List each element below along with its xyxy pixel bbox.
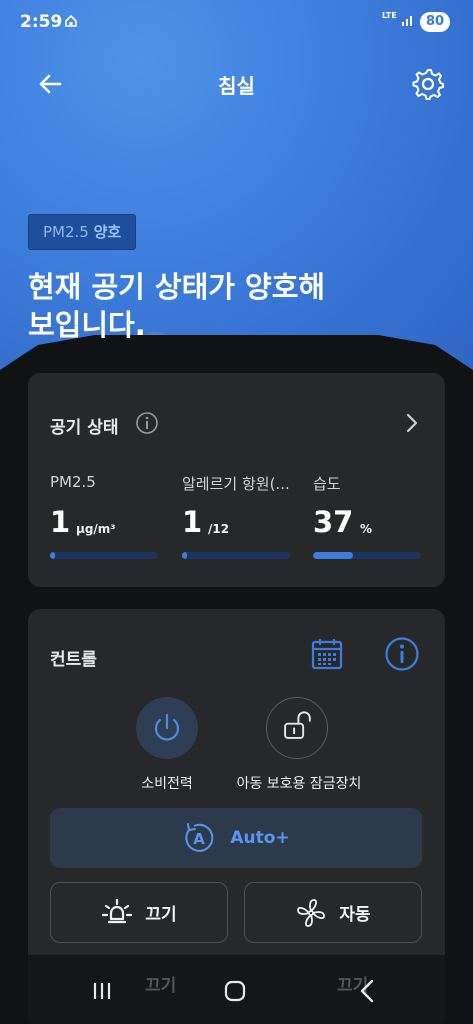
metric-level-bar [182,552,290,559]
signal-icon [402,16,412,26]
info-icon[interactable] [384,636,420,672]
info-icon[interactable] [135,411,159,435]
auto-mode-icon: A [185,823,214,852]
headline-line1: 현재 공기 상태가 양호해 [28,270,326,304]
pm-status-badge: PM2.5 양호 [28,214,137,250]
system-navigation-bar: 끄기 끄기 [0,955,473,1024]
control-title: 컨트롤 [50,650,97,670]
fan-mode-button[interactable]: 자동 [244,882,422,943]
svg-text:A: A [194,830,206,848]
metric-level-bar [313,552,421,559]
light-mode-label: 끄기 [145,905,177,925]
back-nav-icon[interactable] [354,977,382,1005]
metric-value: 1 [182,505,203,539]
page-title: 침실 [218,74,255,98]
metric-level-bar [50,552,158,559]
metric-level-fill [313,552,353,559]
status-bar: 2:59 LTE 80 [0,0,473,44]
child-lock-label: 아동 보호용 잠금장치 [236,776,362,792]
pm-badge-status: 양호 [93,223,122,241]
unlock-icon [284,711,311,739]
power-icon [154,713,180,741]
gear-icon[interactable] [410,66,446,102]
metric-value: 37 [313,505,354,539]
light-mode-button[interactable]: 끄기 [50,882,228,943]
power-label: 소비전력 [141,776,193,792]
home-icon [65,14,77,27]
ghost-light-label: 끄기 [145,976,177,996]
metric-unit: % [360,522,373,536]
auto-plus-label: Auto+ [230,828,290,848]
calendar-icon[interactable] [311,637,343,671]
home-nav-icon[interactable] [221,977,249,1005]
recent-apps-icon[interactable] [88,977,116,1005]
air-status-card[interactable]: 공기 상태 PM2.5 1 µg/m³ 알레르기 항원(... 1 /12 습도… [28,373,445,587]
air-quality-headline: 현재 공기 상태가 양호해 보입니다. [28,268,448,344]
fan-icon [297,898,326,927]
metric-allergen: 알레르기 항원(... 1 /12 [182,473,300,559]
metric-humidity: 습도 37 % [313,473,431,559]
light-icon [102,898,133,923]
top-bar: 침실 [0,62,473,106]
battery-indicator: 80 [420,12,450,32]
metric-label: 알레르기 항원(... [182,475,290,493]
metric-unit: µg/m³ [76,522,116,536]
metric-label: 습도 [313,475,341,493]
metric-value: 1 [50,505,71,539]
metric-level-fill [50,552,56,559]
chevron-right-icon[interactable] [402,411,422,435]
headline-line2: 보입니다. [28,308,146,342]
pm-badge-label: PM2.5 [43,223,89,241]
status-time: 2:59 [20,12,63,32]
power-button[interactable] [136,697,198,759]
metric-unit: /12 [208,522,230,536]
air-status-title: 공기 상태 [50,418,119,438]
auto-plus-button[interactable]: A Auto+ [50,808,422,868]
metric-pm25: PM2.5 1 µg/m³ [50,473,168,559]
metric-label: PM2.5 [50,473,96,491]
fan-mode-label: 자동 [339,905,371,925]
child-lock-button[interactable] [266,697,328,759]
status-network: LTE [382,11,397,20]
metric-level-fill [182,552,188,559]
